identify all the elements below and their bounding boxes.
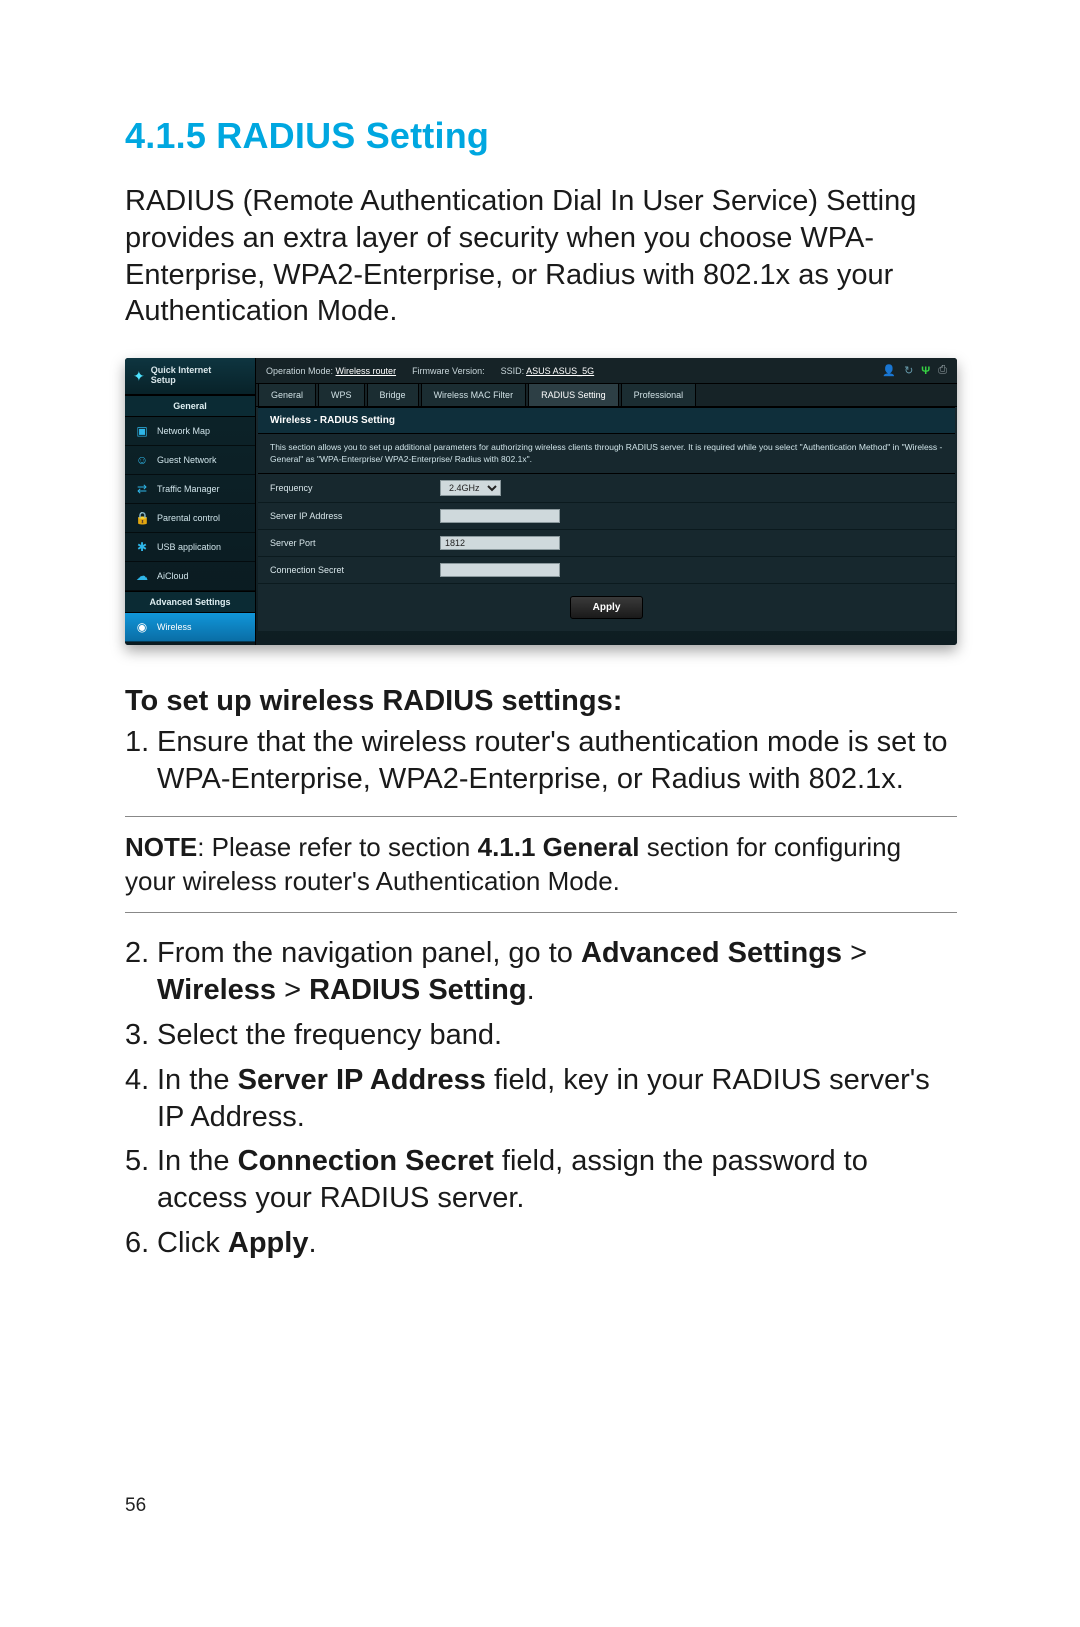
step-2: 2.From the navigation panel, go to Advan… [125, 935, 957, 1009]
step-1: 1.Ensure that the wireless router's auth… [125, 724, 957, 798]
sidebar-item-wireless[interactable]: ◉Wireless [125, 613, 255, 642]
guest-icon: ☺ [135, 453, 149, 467]
tab-general[interactable]: General [258, 384, 316, 406]
qis-label: Quick Internet Setup [151, 366, 212, 386]
wireless-icon: ◉ [135, 620, 149, 634]
quick-internet-setup[interactable]: ✦ Quick Internet Setup [125, 358, 255, 395]
panel-title: Wireless - RADIUS Setting [258, 407, 955, 434]
server-ip-label: Server IP Address [270, 511, 440, 521]
sidebar: ✦ Quick Internet Setup General ▣Network … [125, 358, 256, 645]
sidebar-item-network-map[interactable]: ▣Network Map [125, 417, 255, 446]
step-5: 5.In the Connection Secret field, assign… [125, 1143, 957, 1217]
row-frequency: Frequency 2.4GHz [258, 474, 955, 503]
apply-button[interactable]: Apply [570, 596, 644, 619]
row-server-ip: Server IP Address [258, 503, 955, 530]
aicloud-icon: ☁ [135, 569, 149, 583]
user-icon[interactable]: 👤 [882, 364, 896, 377]
page-number: 56 [125, 1495, 146, 1517]
main-panel: Operation Mode: Wireless router Firmware… [256, 358, 957, 645]
row-connection-secret: Connection Secret [258, 557, 955, 584]
sidebar-item-usb-application[interactable]: ✱USB application [125, 533, 255, 562]
section-title: RADIUS Setting [216, 115, 489, 156]
connection-secret-label: Connection Secret [270, 565, 440, 575]
lock-icon[interactable]: ⎙ [938, 364, 947, 377]
sidebar-item-parental-control[interactable]: 🔒Parental control [125, 504, 255, 533]
refresh-icon[interactable]: ↻ [904, 364, 913, 377]
section-heading: 4.1.5 RADIUS Setting [125, 115, 957, 157]
sidebar-section-advanced: Advanced Settings [125, 591, 255, 613]
connection-secret-input[interactable] [440, 563, 560, 577]
tab-bridge[interactable]: Bridge [367, 384, 419, 406]
frequency-label: Frequency [270, 483, 440, 493]
tab-wireless-mac-filter[interactable]: Wireless MAC Filter [421, 384, 527, 406]
usb-icon[interactable]: Ψ [921, 365, 930, 377]
note-box: NOTE: Please refer to section 4.1.1 Gene… [125, 816, 957, 914]
parental-icon: 🔒 [135, 511, 149, 525]
qis-icon: ✦ [133, 369, 145, 383]
firmware-version: Firmware Version: [412, 366, 485, 376]
router-ui-screenshot: ✦ Quick Internet Setup General ▣Network … [125, 358, 957, 645]
tab-professional[interactable]: Professional [621, 384, 697, 406]
topbar: Operation Mode: Wireless router Firmware… [256, 358, 957, 384]
step-4: 4.In the Server IP Address field, key in… [125, 1062, 957, 1136]
steps-heading: To set up wireless RADIUS settings: [125, 683, 957, 720]
section-number: 4.1.5 [125, 115, 206, 156]
ssid: SSID: ASUS ASUS_5G [501, 366, 595, 376]
row-server-port: Server Port [258, 530, 955, 557]
sidebar-item-aicloud[interactable]: ☁AiCloud [125, 562, 255, 591]
sidebar-section-general: General [125, 395, 255, 417]
traffic-icon: ⇄ [135, 482, 149, 496]
sidebar-item-traffic-manager[interactable]: ⇄Traffic Manager [125, 475, 255, 504]
radius-form: Frequency 2.4GHz Server IP Address Serve… [258, 474, 955, 631]
step-3: 3.Select the frequency band. [125, 1017, 957, 1054]
tab-bar: General WPS Bridge Wireless MAC Filter R… [256, 384, 957, 407]
frequency-select[interactable]: 2.4GHz [440, 480, 501, 496]
panel-description: This section allows you to set up additi… [258, 434, 955, 474]
usb-app-icon: ✱ [135, 540, 149, 554]
server-port-input[interactable] [440, 536, 560, 550]
server-port-label: Server Port [270, 538, 440, 548]
network-map-icon: ▣ [135, 424, 149, 438]
server-ip-input[interactable] [440, 509, 560, 523]
sidebar-item-guest-network[interactable]: ☺Guest Network [125, 446, 255, 475]
intro-paragraph: RADIUS (Remote Authentication Dial In Us… [125, 183, 957, 330]
note-prefix: NOTE [125, 832, 197, 862]
tab-radius-setting[interactable]: RADIUS Setting [528, 384, 619, 406]
step-6: 6.Click Apply. [125, 1225, 957, 1262]
tab-wps[interactable]: WPS [318, 384, 365, 406]
operation-mode: Operation Mode: Wireless router [266, 366, 396, 376]
